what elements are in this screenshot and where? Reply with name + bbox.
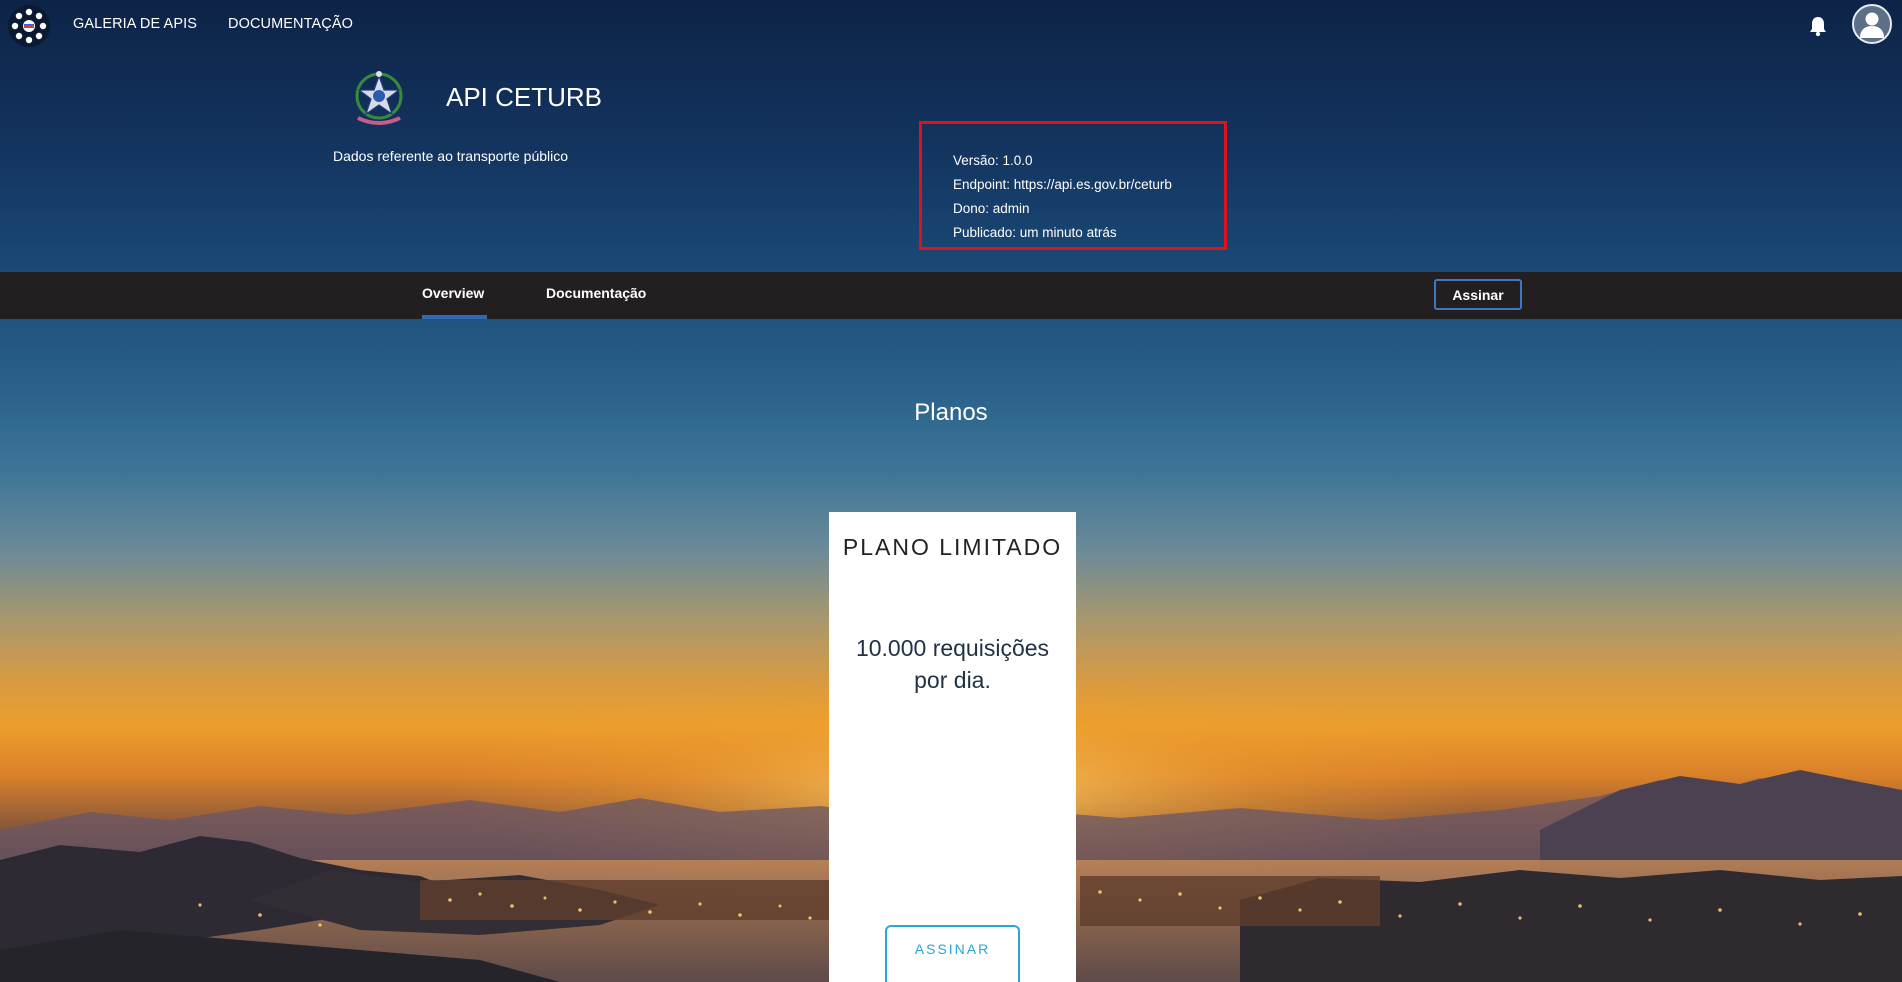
bell-icon[interactable] [1808, 15, 1828, 37]
api-version: Versão: 1.0.0 [953, 153, 1033, 168]
api-endpoint: Endpoint: https://api.es.gov.br/ceturb [953, 177, 1172, 192]
api-info-box: Versão: 1.0.0 Endpoint: https://api.es.g… [919, 121, 1227, 250]
subscribe-button[interactable]: Assinar [1434, 279, 1522, 310]
api-description: Dados referente ao transporte público [333, 148, 569, 164]
top-navbar: GALERIA DE APIS DOCUMENTAÇÃO [0, 0, 1902, 50]
tab-overview[interactable]: Overview [422, 285, 484, 301]
user-avatar-icon[interactable] [1852, 4, 1892, 44]
nav-link-documentation[interactable]: DOCUMENTAÇÃO [228, 16, 353, 32]
state-coat-of-arms-icon [348, 66, 410, 130]
plan-subscribe-button[interactable]: ASSINAR [885, 925, 1020, 982]
api-published: Publicado: um minuto atrás [953, 225, 1117, 240]
tab-documentation[interactable]: Documentação [546, 285, 646, 301]
portal-logo-icon[interactable] [8, 5, 50, 47]
api-title: API CETURB [446, 82, 603, 112]
api-owner: Dono: admin [953, 201, 1030, 216]
plan-description: 10.000 requisições por dia. [855, 635, 1050, 693]
plans-heading: Planos [914, 399, 988, 426]
nav-link-api-gallery[interactable]: GALERIA DE APIS [73, 16, 197, 32]
plan-card: PLANO LIMITADO 10.000 requisições por di… [829, 512, 1076, 982]
api-tab-bar: Overview Documentação Assinar [0, 272, 1902, 319]
plan-title: PLANO LIMITADO [842, 534, 1063, 560]
tab-active-indicator [422, 315, 487, 319]
